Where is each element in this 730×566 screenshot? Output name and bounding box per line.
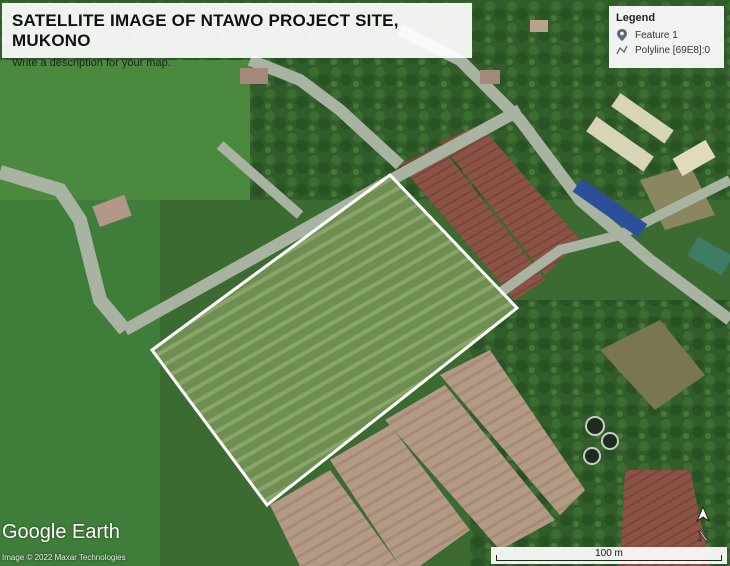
google-earth-logo: Google Earth (2, 521, 120, 543)
legend-panel: Legend Feature 1 Polyline [69E8]:0 (609, 6, 724, 68)
legend-item-label: Feature 1 (635, 29, 678, 41)
water-tank-3 (583, 447, 601, 465)
water-tank-1 (585, 416, 605, 436)
building-2 (240, 68, 268, 84)
water-tank-2 (601, 432, 619, 450)
north-label: N (698, 529, 709, 545)
satellite-map[interactable] (0, 0, 730, 566)
scale-bar: 100 m (491, 547, 727, 564)
building-7 (530, 20, 548, 32)
north-arrow: N (693, 505, 713, 545)
legend-title: Legend (616, 12, 656, 24)
map-description[interactable]: Write a description for your map. (12, 57, 462, 69)
legend-item-feature[interactable]: Feature 1 (616, 29, 717, 41)
map-pin-icon (616, 29, 628, 41)
scale-bar-line (496, 555, 722, 561)
polyline-icon (616, 44, 628, 56)
imagery-copyright: Image © 2022 Maxar Technologies (2, 553, 126, 562)
legend-item-polyline[interactable]: Polyline [69E8]:0 (616, 44, 717, 56)
north-arrow-icon (695, 505, 711, 523)
legend-item-label: Polyline [69E8]:0 (635, 44, 711, 56)
map-title-card: SATELLITE IMAGE OF NTAWO PROJECT SITE, M… (2, 3, 472, 69)
building-6 (480, 70, 500, 84)
map-title: SATELLITE IMAGE OF NTAWO PROJECT SITE, M… (12, 11, 399, 50)
